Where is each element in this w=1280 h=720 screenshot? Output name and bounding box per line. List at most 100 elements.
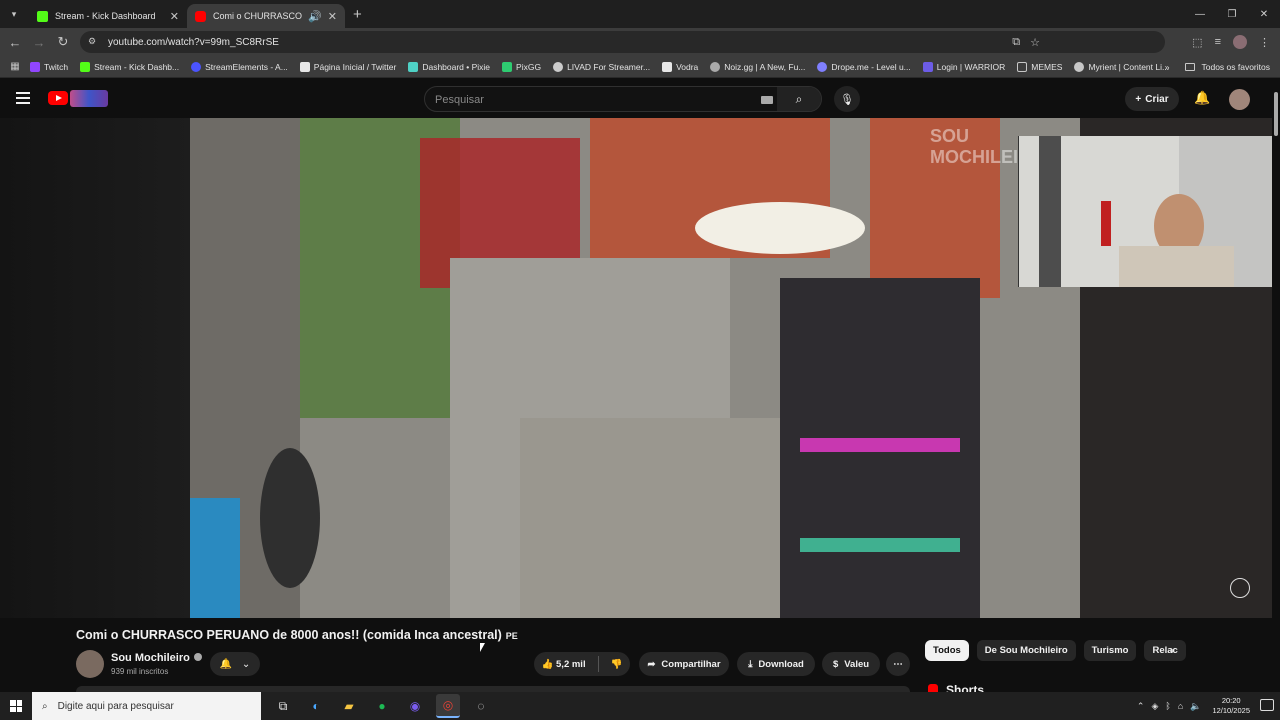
discord-icon[interactable]: ◉ — [403, 694, 427, 718]
file-explorer-icon[interactable]: ▰ — [337, 694, 361, 718]
noiz-icon — [710, 61, 721, 72]
bookmark-drope[interactable]: Drope.me - Level u... — [817, 61, 911, 72]
reload-button[interactable]: ↻ — [51, 34, 75, 50]
x-logo-icon — [299, 61, 310, 72]
profile-avatar[interactable] — [1233, 35, 1247, 49]
install-app-icon[interactable]: ⧉ — [1012, 36, 1020, 49]
address-bar[interactable]: ⚙ youtube.com/watch?v=99m_SC8RrSE ⧉ ☆ — [80, 31, 1165, 53]
bookmark-livad[interactable]: LIVAD For Streamer... — [553, 61, 650, 72]
new-tab-button[interactable]: + — [353, 6, 362, 23]
download-button[interactable]: ⤓ Download — [737, 652, 815, 676]
page-scrollbar[interactable] — [1272, 80, 1280, 692]
bookmark-myrient[interactable]: Myrient | Content Li... — [1074, 61, 1169, 72]
video-player[interactable]: SOU MOCHILEIRO — [0, 118, 1272, 618]
browser-tab-strip: ▾ Stream - Kick Dashboard ✕ Comi o CHURR… — [0, 0, 1280, 28]
speaker-icon[interactable]: 🔊 — [308, 10, 322, 23]
chrome-menu-icon[interactable]: ⋮ — [1259, 36, 1270, 49]
mouse-cursor — [480, 643, 485, 652]
drope-icon — [817, 61, 828, 72]
bookmark-pixie[interactable]: Dashboard • Pixie — [408, 61, 490, 72]
chevron-down-icon: ⌄ — [241, 658, 251, 670]
bookmark-twitch[interactable]: Twitch — [30, 61, 68, 72]
bookmark-warrior[interactable]: Login | WARRIOR — [922, 61, 1005, 72]
verified-icon — [193, 653, 202, 661]
channel-avatar[interactable] — [76, 650, 104, 678]
back-button[interactable]: ← — [3, 35, 27, 50]
subscribed-button[interactable]: 🔔 ⌄ — [210, 652, 260, 676]
taskbar-search[interactable]: ⌕ Digite aqui para pesquisar — [32, 692, 261, 720]
tray-overflow-icon[interactable]: ⌃ — [1137, 701, 1145, 712]
chip-de-sou-mochileiro[interactable]: De Sou Mochileiro — [976, 640, 1076, 661]
chip-relacionados[interactable]: Relac — [1144, 640, 1186, 661]
steam-icon[interactable]: ◈ — [1151, 701, 1158, 712]
tab-youtube-video[interactable]: Comi o CHURRASCO PERUANO de 8000 anos!! … — [187, 4, 345, 28]
close-tab-icon[interactable]: ✕ — [170, 10, 179, 23]
keyboard-icon[interactable] — [761, 96, 773, 104]
forward-button[interactable]: → — [27, 35, 51, 50]
search-button[interactable]: ⌕ — [777, 87, 821, 111]
bluetooth-icon[interactable]: ᛒ — [1165, 701, 1170, 711]
network-icon[interactable]: ⌂ — [1178, 701, 1183, 711]
bookmark-twitter[interactable]: Página Inicial / Twitter — [299, 61, 396, 72]
bookmark-star-icon[interactable]: ☆ — [1030, 36, 1040, 49]
start-button[interactable] — [0, 700, 32, 712]
twitch-icon — [30, 61, 40, 72]
close-window-button[interactable]: ✕ — [1248, 0, 1280, 28]
taskbar-search-input[interactable]: Digite aqui para pesquisar — [58, 701, 174, 712]
bookmark-kick-dashboard[interactable]: Stream - Kick Dashb... — [80, 61, 179, 72]
bookmark-folder-memes[interactable]: MEMES — [1017, 61, 1062, 72]
account-avatar[interactable] — [1229, 89, 1250, 110]
youtube-doodle-logo[interactable] — [70, 90, 108, 107]
system-clock[interactable]: 20:20 12/10/2025 — [1212, 696, 1250, 716]
extensions-icon[interactable]: ⬚ — [1192, 36, 1202, 49]
menu-icon[interactable] — [16, 92, 30, 107]
tab-title: Stream - Kick Dashboard — [55, 11, 156, 21]
media-control-icon[interactable]: ≡ — [1215, 36, 1221, 48]
spotify-icon[interactable]: ● — [370, 694, 394, 718]
like-button[interactable]: 👍 5,2 mil — [542, 659, 586, 670]
share-button[interactable]: ➦ Compartilhar — [639, 652, 729, 676]
video-scene — [190, 118, 1080, 618]
search-box[interactable]: Pesquisar ⌕ — [424, 86, 822, 112]
notifications-bell-icon[interactable]: 🔔 — [1194, 90, 1210, 106]
volume-icon[interactable]: 🔈 — [1190, 701, 1201, 712]
globe-icon[interactable] — [1230, 578, 1250, 598]
tab-kick-dashboard[interactable]: Stream - Kick Dashboard ✕ — [29, 4, 187, 28]
notification-center-icon[interactable] — [1260, 699, 1274, 711]
search-input[interactable]: Pesquisar — [435, 94, 484, 106]
kick-favicon-icon — [37, 10, 48, 22]
create-label: Criar — [1145, 93, 1169, 105]
bookmark-noiz[interactable]: Noiz.gg | A New, Fu... — [710, 61, 805, 72]
chip-turismo[interactable]: Turismo — [1083, 640, 1137, 661]
channel-name[interactable]: Sou Mochileiro — [111, 652, 202, 664]
more-bookmarks-icon[interactable]: » — [1165, 62, 1170, 72]
task-view-icon[interactable]: ⧉ — [271, 694, 295, 718]
dislike-button[interactable]: 👎 — [611, 659, 623, 670]
bookmark-vodra[interactable]: Vodra — [662, 61, 698, 72]
all-bookmarks-link[interactable]: Todos os favoritos — [1201, 62, 1270, 72]
thanks-button[interactable]: $ Valeu — [822, 652, 880, 676]
minimize-button[interactable]: — — [1184, 0, 1216, 28]
folder-icon — [1017, 61, 1028, 72]
obs-icon[interactable]: ◌ — [469, 694, 493, 718]
apps-grid-icon[interactable]: ▦ — [0, 61, 30, 72]
copilot-icon[interactable]: ◐ — [304, 694, 328, 718]
related-chips: Todos De Sou Mochileiro Turismo Relac — [925, 640, 1186, 661]
bookmarks-bar: ▦ Twitch Stream - Kick Dashb... StreamEl… — [0, 56, 1280, 78]
more-actions-button[interactable]: ⋯ — [886, 652, 910, 676]
youtube-logo[interactable] — [48, 91, 68, 105]
vodra-icon — [662, 61, 673, 72]
voice-search-button[interactable]: 🎙 — [834, 86, 860, 112]
chevron-right-icon[interactable]: › — [1170, 643, 1174, 657]
bookmark-pixgg[interactable]: PixGG — [502, 61, 541, 72]
share-icon: ➦ — [647, 658, 656, 670]
tab-search-button[interactable]: ▾ — [3, 3, 25, 25]
chrome-icon[interactable]: ◎ — [436, 694, 460, 718]
restore-button[interactable]: ❐ — [1216, 0, 1248, 28]
bookmark-streamelements[interactable]: StreamElements - A... — [191, 61, 288, 72]
chip-todos[interactable]: Todos — [925, 640, 969, 661]
create-button[interactable]: + Criar — [1125, 87, 1179, 111]
video-frame[interactable]: SOU MOCHILEIRO — [190, 118, 1080, 618]
site-info-icon[interactable]: ⚙ — [88, 36, 100, 48]
close-tab-icon[interactable]: ✕ — [328, 10, 337, 23]
